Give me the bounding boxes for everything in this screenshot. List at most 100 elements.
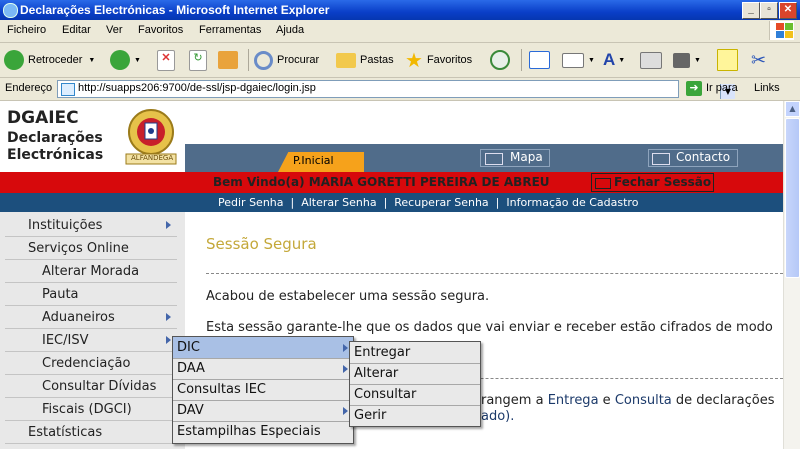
dic-item-consultar[interactable]: Consultar — [350, 384, 480, 406]
scissors-icon: ✂ — [751, 49, 767, 70]
chevron-right-icon — [343, 344, 348, 352]
home-icon — [218, 51, 238, 69]
menu-tools[interactable]: Ferramentas — [199, 24, 261, 36]
page-icon — [61, 83, 75, 96]
welcome-band: Bem Vindo(a) MARIA GORETTI PEREIRA DE AB… — [0, 172, 783, 193]
folders-button[interactable]: Pastas — [336, 47, 394, 73]
menu-help[interactable]: Ajuda — [276, 24, 304, 36]
submenu-item-dic[interactable]: DIC — [173, 337, 353, 359]
page-content: DGAIEC Declarações Electrónicas ALFANDEG… — [0, 101, 783, 449]
menu-view[interactable]: Ver — [106, 24, 123, 36]
nav-item-credenciacao[interactable]: Credenciação — [5, 352, 177, 375]
search-button[interactable]: Procurar — [254, 47, 319, 73]
tab-home[interactable]: P.Inicial — [278, 152, 364, 172]
envelope-icon — [652, 153, 670, 165]
cut-button[interactable]: ✂ — [751, 47, 766, 73]
coat-of-arms-logo: ALFANDEGA — [118, 106, 184, 166]
edit-button[interactable]: ▼ — [673, 47, 701, 73]
menu-favorites[interactable]: Favoritos — [138, 24, 183, 36]
window-title: Declarações Electrónicas - Microsoft Int… — [20, 3, 330, 17]
nav-item-consultar-dividas[interactable]: Consultar Dívidas — [5, 375, 177, 398]
ie-icon — [3, 3, 18, 18]
stop-button[interactable]: ✕ — [157, 47, 179, 73]
favorites-button[interactable]: ★ Favoritos — [405, 47, 472, 73]
paragraph-3: rangem a Entrega e Consulta de declaraçõ… — [481, 393, 775, 408]
crest-banner-text: ALFANDEGA — [131, 154, 174, 162]
print-button[interactable] — [640, 47, 666, 73]
brand-line1: Declarações — [7, 130, 103, 146]
nav-item-pauta[interactable]: Pauta — [5, 283, 177, 306]
go-button[interactable]: Ir para — [706, 82, 738, 94]
map-button[interactable]: Mapa — [480, 149, 550, 167]
dropdown-arrow-icon: ▼ — [618, 56, 626, 64]
home-button[interactable] — [218, 47, 242, 73]
paragraph-2: Esta sessão garante-lhe que os dados que… — [206, 320, 773, 335]
window-title-bar: Declarações Electrónicas - Microsoft Int… — [0, 0, 800, 20]
address-bar: Endereço http://suapps206:9700/de-ssl/js… — [0, 78, 800, 101]
contact-button[interactable]: Contacto — [648, 149, 738, 167]
dic-item-gerir[interactable]: Gerir — [350, 405, 480, 426]
nav-item-iec-isv[interactable]: IEC/ISV — [5, 329, 177, 352]
iec-isv-submenu: DIC DAA Consultas IEC DAV Estampilhas Es… — [172, 336, 354, 444]
printer-icon — [640, 51, 662, 69]
nav-item-instituicoes[interactable]: Instituições — [5, 214, 177, 237]
map-icon — [485, 153, 503, 165]
dic-item-alterar[interactable]: Alterar — [350, 363, 480, 385]
links-button[interactable]: Links — [754, 82, 780, 94]
logout-button[interactable]: Fechar Sessão — [591, 173, 714, 192]
toolbar: Retroceder ▼ ▼ ✕ ↻ Procurar Pastas ★ Fav… — [0, 43, 800, 78]
forward-arrow-icon — [110, 50, 130, 70]
toolbar-separator — [521, 49, 522, 71]
notes-button[interactable] — [717, 47, 742, 73]
address-url[interactable]: http://suapps206:9700/de-ssl/jsp-dgaiec/… — [78, 82, 316, 94]
go-arrow-icon[interactable]: ➜ — [686, 81, 702, 96]
back-button[interactable]: Retroceder ▼ — [4, 47, 95, 73]
nav-item-alterar-morada[interactable]: Alterar Morada — [5, 260, 177, 283]
folder-icon — [336, 52, 356, 68]
scroll-up-icon[interactable]: ▲ — [785, 101, 800, 117]
submenu-item-dav[interactable]: DAV — [173, 400, 353, 422]
star-icon: ★ — [405, 49, 423, 72]
account-links-band: Pedir Senha | Alterar Senha | Recuperar … — [0, 193, 783, 212]
submenu-item-estampilhas[interactable]: Estampilhas Especiais — [173, 421, 353, 442]
refresh-icon: ↻ — [189, 49, 207, 71]
paragraph-4: ado). — [481, 409, 515, 424]
submenu-item-daa[interactable]: DAA — [173, 358, 353, 380]
vertical-scrollbar[interactable]: ▲ — [783, 101, 800, 449]
font-size-button[interactable]: A ▼ — [603, 47, 625, 73]
minimize-button[interactable]: _ — [742, 2, 760, 19]
media-button[interactable] — [529, 47, 554, 73]
nav-item-estatisticas[interactable]: Estatísticas — [5, 421, 177, 444]
chevron-right-icon — [343, 365, 348, 373]
refresh-button[interactable]: ↻ — [189, 47, 211, 73]
dropdown-arrow-icon: ▼ — [588, 56, 595, 64]
window-icon — [529, 51, 550, 69]
dic-submenu: Entregar Alterar Consultar Gerir — [349, 341, 481, 427]
left-navigation: Instituições Serviços Online Alterar Mor… — [0, 212, 185, 449]
back-arrow-icon — [4, 50, 24, 70]
welcome-text: Bem Vindo(a) MARIA GORETTI PEREIRA DE AB… — [213, 175, 550, 189]
stop-icon: ✕ — [157, 49, 175, 71]
section-title: Sessão Segura — [206, 235, 317, 253]
nav-item-aduaneiros[interactable]: Aduaneiros — [5, 306, 177, 329]
menu-edit[interactable]: Editar — [62, 24, 91, 36]
font-icon: A — [603, 50, 616, 69]
history-button[interactable] — [490, 47, 514, 73]
dic-item-entregar[interactable]: Entregar — [350, 342, 480, 364]
mail-button[interactable]: ▼ — [562, 47, 595, 73]
account-links[interactable]: Pedir Senha | Alterar Senha | Recuperar … — [218, 196, 638, 209]
close-button[interactable]: ✕ — [779, 2, 797, 19]
search-icon — [254, 50, 273, 70]
edit-icon — [673, 52, 690, 68]
forward-button[interactable]: ▼ — [110, 47, 141, 73]
maximize-button[interactable]: ▫ — [760, 2, 778, 19]
scroll-thumb[interactable] — [785, 118, 800, 278]
address-input[interactable]: http://suapps206:9700/de-ssl/jsp-dgaiec/… — [57, 80, 735, 99]
menu-file[interactable]: Ficheiro — [7, 24, 46, 36]
chevron-right-icon — [166, 313, 171, 321]
divider — [206, 273, 783, 274]
nav-item-fiscais-dgci[interactable]: Fiscais (DGCI) — [5, 398, 177, 421]
submenu-item-consultas-iec[interactable]: Consultas IEC — [173, 379, 353, 401]
address-label: Endereço — [5, 82, 53, 94]
nav-item-servicos-online[interactable]: Serviços Online — [5, 237, 177, 260]
